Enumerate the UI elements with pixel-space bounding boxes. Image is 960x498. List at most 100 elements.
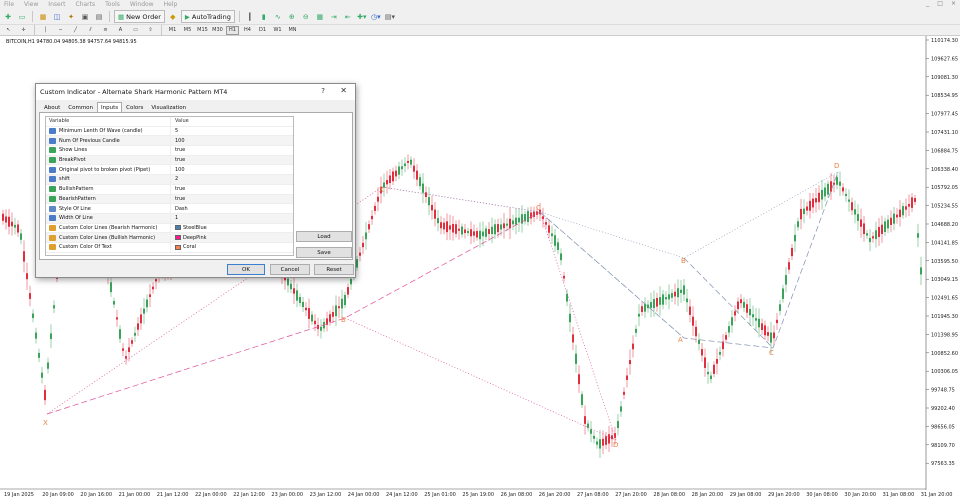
menu-window[interactable]: Window bbox=[130, 1, 154, 8]
line-chart-icon[interactable]: ∿ bbox=[272, 10, 284, 23]
help-button[interactable]: ? bbox=[321, 87, 325, 95]
timeframe-w1[interactable]: W1 bbox=[271, 26, 284, 35]
templates-icon[interactable]: ▤▾ bbox=[384, 10, 396, 23]
param-row[interactable]: Show Lines true bbox=[46, 146, 293, 156]
zoom-in-icon[interactable]: ⊕ bbox=[286, 10, 298, 23]
vertical-line-icon[interactable]: │ bbox=[39, 26, 52, 35]
candle-body bbox=[497, 224, 499, 233]
timeframe-m30[interactable]: M30 bbox=[211, 26, 224, 35]
menu-view[interactable]: View bbox=[24, 1, 38, 8]
param-row[interactable]: BreakPivot true bbox=[46, 155, 293, 166]
tile-windows-icon[interactable]: ▦ bbox=[314, 10, 326, 23]
param-value-cell[interactable]: 5 bbox=[170, 126, 293, 136]
menu-file[interactable]: File bbox=[4, 1, 14, 8]
profiles-icon[interactable]: ▭ bbox=[16, 10, 28, 23]
menu-tools[interactable]: Tools bbox=[105, 1, 120, 8]
terminal-icon[interactable]: ▣ bbox=[79, 10, 91, 23]
param-value-cell[interactable]: true bbox=[170, 146, 293, 155]
autoscroll-icon[interactable]: ⇥ bbox=[328, 10, 340, 23]
param-value-cell[interactable]: Dash bbox=[170, 204, 293, 213]
param-row[interactable]: Custom Color Of Text Coral bbox=[46, 242, 293, 253]
timeframe-m15[interactable]: M15 bbox=[196, 26, 209, 35]
param-value-cell[interactable]: true bbox=[170, 155, 293, 165]
timeframe-d1[interactable]: D1 bbox=[256, 26, 269, 35]
time-tick-label: 24 Jan 00:00 bbox=[348, 492, 380, 498]
bar-chart-icon[interactable]: ┃ bbox=[244, 10, 256, 23]
param-row[interactable]: BullishPattern true bbox=[46, 184, 293, 195]
candle-body bbox=[365, 232, 367, 240]
candle-body bbox=[314, 320, 316, 325]
candle-body bbox=[719, 351, 721, 355]
param-row[interactable]: Original pivot to broken pivot (Pipet) 10… bbox=[46, 165, 293, 176]
cursor-icon[interactable]: ↖ bbox=[2, 26, 15, 35]
menu-insert[interactable]: Insert bbox=[48, 1, 65, 8]
strategy-tester-icon[interactable]: ▤ bbox=[93, 10, 105, 23]
candle-body bbox=[557, 242, 559, 251]
minimize-button[interactable]: _ bbox=[926, 0, 929, 7]
equidistant-channel-icon[interactable]: ⫽ bbox=[84, 26, 97, 35]
param-value-cell[interactable]: true bbox=[170, 184, 293, 194]
param-value-cell[interactable]: 100 bbox=[170, 165, 293, 175]
periods-icon[interactable]: ◷▾ bbox=[370, 10, 382, 23]
cancel-button[interactable]: Cancel bbox=[270, 264, 310, 275]
chart-shift-icon[interactable]: ⇤ bbox=[342, 10, 354, 23]
label-icon[interactable]: ▭ bbox=[129, 26, 142, 35]
candle-body bbox=[416, 170, 418, 180]
param-row[interactable]: shift 2 bbox=[46, 175, 293, 185]
header-value[interactable]: Value bbox=[170, 117, 293, 126]
param-row[interactable]: Custom Color Lines (Bearish Harmonic) Ste… bbox=[46, 223, 293, 234]
menu-help[interactable]: Help bbox=[164, 1, 178, 8]
close-window-button[interactable]: × bbox=[951, 0, 956, 7]
indicators-icon[interactable]: ✚▾ bbox=[356, 10, 368, 23]
timeframe-mn[interactable]: MN bbox=[286, 26, 299, 35]
fibonacci-icon[interactable]: ≡ bbox=[99, 26, 112, 35]
metaeditor-icon[interactable]: ◆ bbox=[167, 10, 179, 23]
candlestick-icon[interactable]: ▮ bbox=[258, 10, 270, 23]
candle-body bbox=[428, 197, 430, 206]
ok-button[interactable]: OK bbox=[227, 264, 265, 275]
save-button[interactable]: Save bbox=[296, 247, 352, 258]
param-value-cell[interactable]: true bbox=[170, 194, 293, 204]
reset-button[interactable]: Reset bbox=[314, 264, 354, 275]
param-row[interactable]: BearishPattern true bbox=[46, 194, 293, 205]
timeframe-m1[interactable]: M1 bbox=[166, 26, 179, 35]
param-row[interactable]: Custom Color Lines (Bullish Harmonic) Dee… bbox=[46, 233, 293, 243]
candle-body bbox=[8, 216, 10, 227]
timeframe-m5[interactable]: M5 bbox=[181, 26, 194, 35]
timeframe-h1[interactable]: H1 bbox=[226, 25, 239, 35]
new-chart-icon[interactable]: ✚ bbox=[2, 10, 14, 23]
param-value-cell[interactable]: 1 bbox=[170, 213, 293, 223]
timeframe-h4[interactable]: H4 bbox=[241, 26, 254, 35]
candle-body bbox=[425, 192, 427, 198]
param-row[interactable]: Width Of Line 1 bbox=[46, 213, 293, 224]
param-value-cell[interactable]: 100 bbox=[170, 136, 293, 146]
maximize-button[interactable]: □ bbox=[937, 0, 943, 7]
close-icon[interactable]: ✕ bbox=[340, 86, 347, 95]
new-order-button[interactable]: ▦ New Order bbox=[114, 10, 165, 23]
candle-body bbox=[758, 318, 760, 328]
param-row[interactable]: Minimum Lenth Of Wave (candle) 5 bbox=[46, 126, 293, 137]
data-window-icon[interactable]: ◫ bbox=[51, 10, 63, 23]
zoom-out-icon[interactable]: ⊖ bbox=[300, 10, 312, 23]
text-icon[interactable]: A bbox=[114, 26, 127, 35]
header-variable[interactable]: Variable bbox=[46, 118, 170, 124]
crosshair-icon[interactable]: ✛ bbox=[17, 26, 30, 35]
trendline-icon[interactable]: ╱ bbox=[69, 26, 82, 35]
autotrading-button[interactable]: ▶ AutoTrading bbox=[180, 10, 235, 23]
menu-charts[interactable]: Charts bbox=[76, 1, 96, 8]
param-value-cell[interactable]: DeepPink bbox=[170, 233, 293, 242]
horizontal-line-icon[interactable]: ─ bbox=[54, 26, 67, 35]
param-value-cell[interactable]: Coral bbox=[170, 242, 293, 252]
arrows-icon[interactable]: ⇧ bbox=[144, 26, 157, 35]
candle-body bbox=[41, 372, 43, 378]
market-watch-icon[interactable]: ▦ bbox=[37, 10, 49, 23]
bool-type-icon bbox=[49, 147, 56, 154]
param-value-cell[interactable]: SteelBlue bbox=[170, 223, 293, 233]
candle-body bbox=[761, 323, 763, 331]
param-row[interactable]: Style Of Line Dash bbox=[46, 204, 293, 214]
parameters-table: Variable Value Minimum Lenth Of Wave (ca… bbox=[45, 116, 294, 256]
param-row[interactable]: Num Of Previous Candle 100 bbox=[46, 136, 293, 147]
navigator-icon[interactable]: ✦ bbox=[65, 10, 77, 23]
param-value-cell[interactable]: 2 bbox=[170, 175, 293, 184]
load-button[interactable]: Load bbox=[296, 231, 352, 242]
